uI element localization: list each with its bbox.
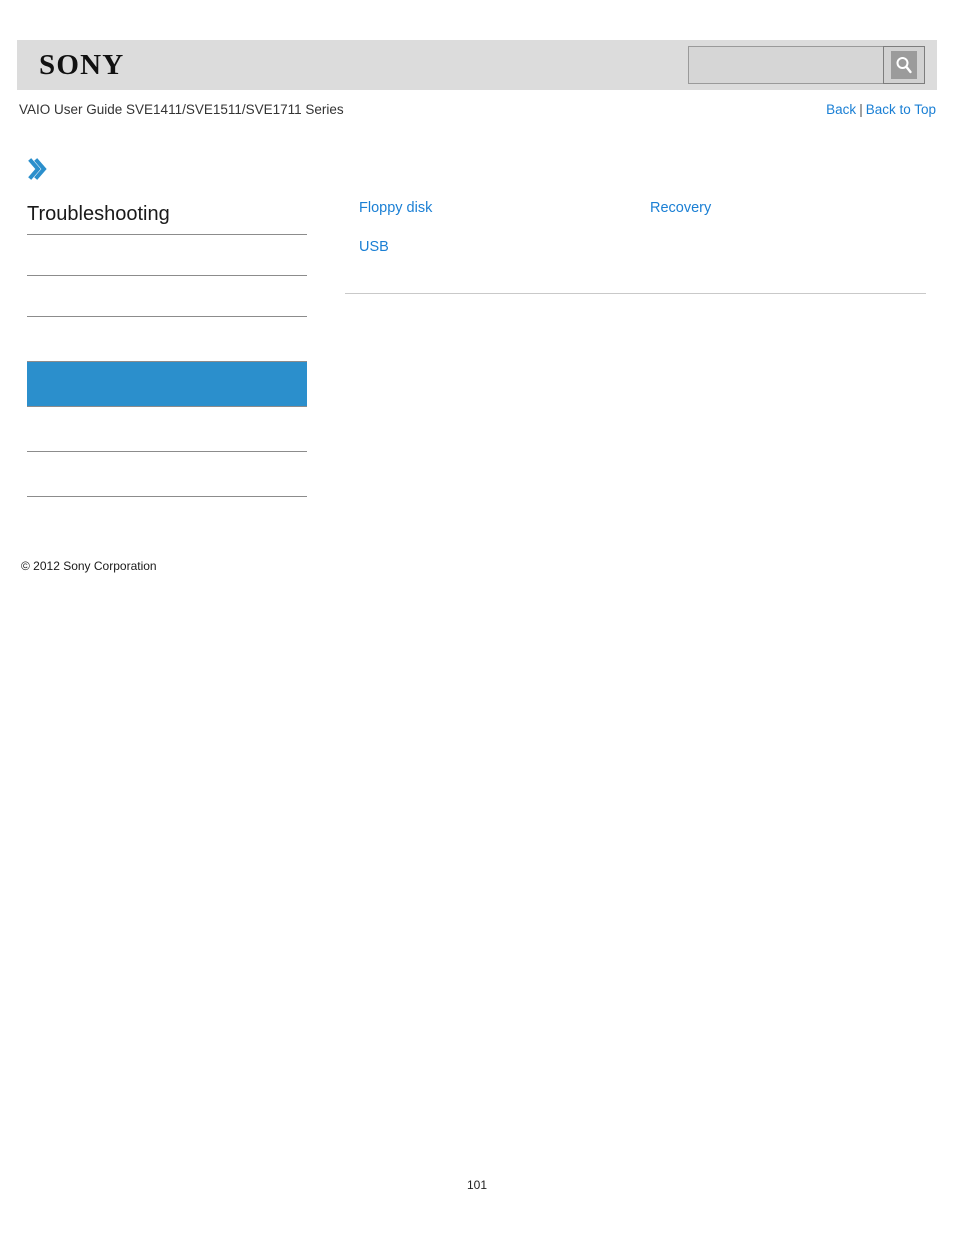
sidebar: Troubleshooting — [27, 158, 307, 497]
sidebar-item-3[interactable] — [27, 317, 307, 362]
sidebar-nav-list — [27, 235, 307, 497]
back-link[interactable]: Back — [826, 102, 856, 117]
topic-column-right: Recovery — [636, 196, 927, 235]
sidebar-item-5[interactable] — [27, 407, 307, 452]
search-button[interactable] — [883, 46, 925, 84]
copyright-text: © 2012 Sony Corporation — [21, 559, 157, 573]
page-number: 101 — [466, 1178, 488, 1192]
topic-column-left-2: USB — [345, 235, 636, 274]
topic-column-left: Floppy disk — [345, 196, 636, 235]
back-to-top-link[interactable]: Back to Top — [866, 102, 936, 117]
topic-link-grid: Floppy disk Recovery USB — [345, 196, 927, 274]
search-icon — [891, 51, 917, 79]
sidebar-item-4-selected[interactable] — [27, 362, 307, 407]
link-separator: | — [859, 102, 863, 117]
topic-link-floppy-disk[interactable]: Floppy disk — [345, 196, 636, 220]
topic-column-right-2 — [636, 235, 927, 274]
sidebar-item-6[interactable] — [27, 452, 307, 497]
header-nav-links: Back | Back to Top — [826, 101, 936, 119]
topic-link-usb[interactable]: USB — [345, 235, 636, 259]
site-header: SONY — [17, 40, 937, 90]
topic-link-recovery[interactable]: Recovery — [636, 196, 927, 220]
search-area — [688, 46, 925, 84]
main-content: Floppy disk Recovery USB — [345, 196, 927, 294]
search-input[interactable] — [688, 46, 883, 84]
sony-logo: SONY — [39, 49, 125, 81]
document-page: SONY VAIO User Guide SVE1411/SVE1511/SVE… — [0, 0, 954, 1235]
guide-title: VAIO User Guide SVE1411/SVE1511/SVE1711 … — [19, 102, 344, 117]
content-divider — [345, 293, 926, 294]
page-title: Troubleshooting — [27, 202, 307, 235]
sidebar-item-1[interactable] — [27, 235, 307, 276]
double-chevron-right-icon — [27, 158, 49, 180]
sidebar-item-2[interactable] — [27, 276, 307, 317]
